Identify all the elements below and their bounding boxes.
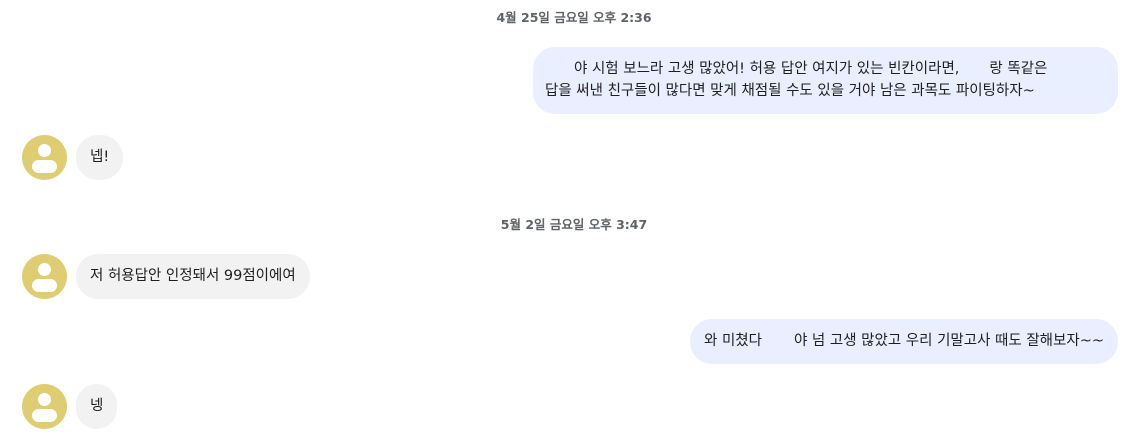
message-text: 야 시험 보느라 고생 많았어! 허용 답안 여지가 있는 빈칸이라면, [574,61,960,77]
person-avatar-icon[interactable] [22,135,67,180]
message-text: 와 미쳤다 [704,333,762,349]
incoming-message: 넹 [76,384,118,429]
outgoing-message: 와 미쳤다 야 넘 고생 많았고 우리 기말고사 때도 잘해보자~~ [690,319,1118,364]
outgoing-message: 야 시험 보느라 고생 많았어! 허용 답안 여지가 있는 빈칸이라면, 랑 똑같… [533,47,1118,114]
message-text: 답을 써낸 친구들이 많다면 맞게 채점될 수도 있을 거야 남은 과목도 파이… [545,83,1035,99]
message-text: 넹 [90,398,104,414]
message-text: 랑 똑같은 [989,61,1048,77]
incoming-message: 넵! [76,135,124,180]
message-text: 저 허용답안 인정돼서 99점이에여 [90,268,296,284]
date-separator: 4월 25일 금요일 오후 2:36 [496,10,652,25]
incoming-message: 저 허용답안 인정돼서 99점이에여 [76,254,310,299]
person-avatar-icon[interactable] [22,384,67,429]
message-text: 야 넘 고생 많았고 우리 기말고사 때도 잘해보자~~ [793,333,1104,349]
person-avatar-icon[interactable] [22,254,67,299]
message-text: 넵! [90,149,110,165]
date-separator: 5월 2일 금요일 오후 3:47 [500,217,648,232]
